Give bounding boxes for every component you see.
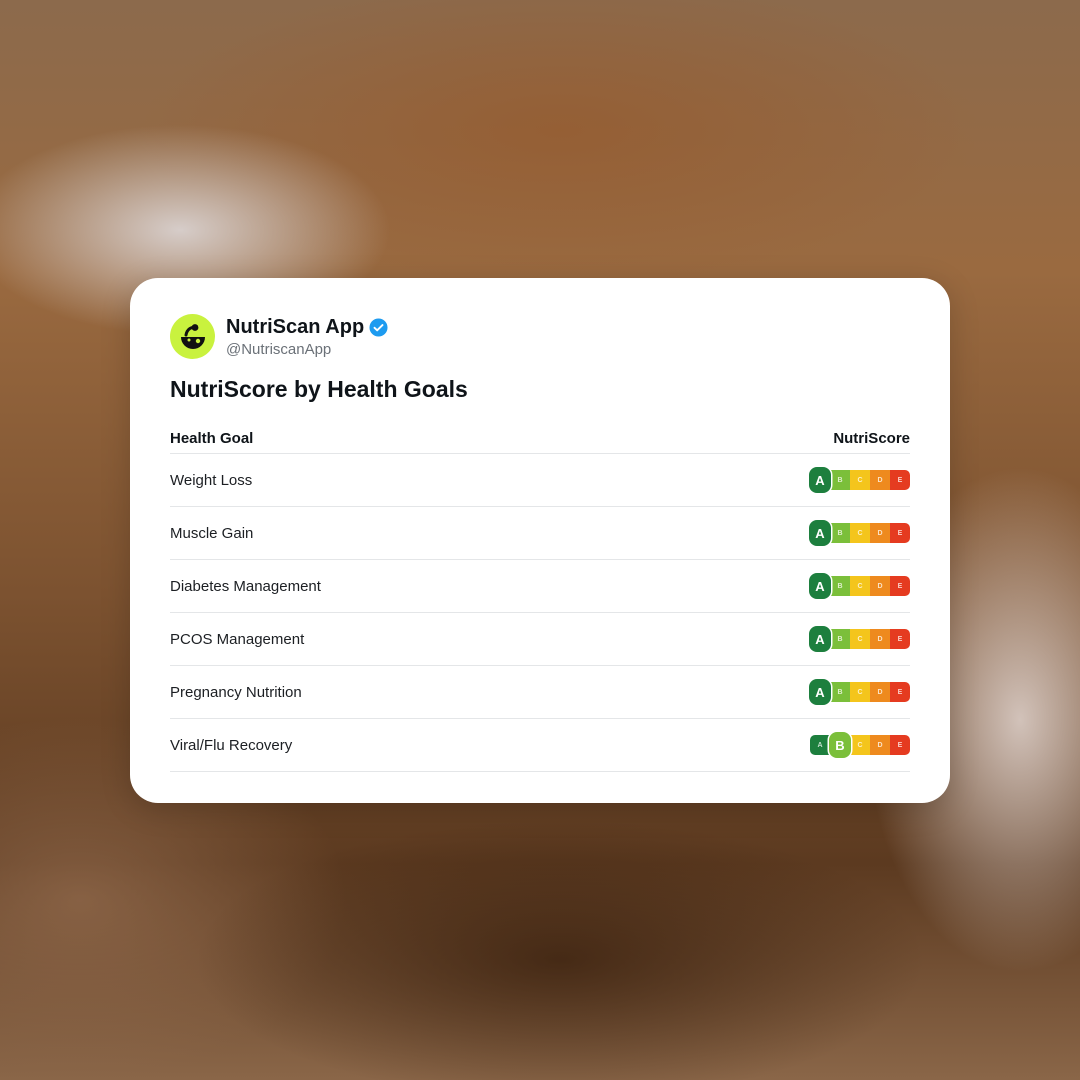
nutriscore-grade-a: A [809,679,831,705]
table-row: Weight Loss A B C D E [170,454,910,507]
column-header-nutriscore: NutriScore [833,429,910,447]
nutriscore-grade-a: A [810,735,830,755]
nutriscore-grade-e: E [890,470,910,490]
account-info: NutriScan App @NutriscanApp [226,316,388,358]
nutriscore-grade-c: C [850,629,870,649]
nutriscore-grade-c: C [850,523,870,543]
nutriscore-grade-a: A [809,626,831,652]
nutriscore-grade-e: E [890,576,910,596]
nutriscore-grade-a: A [809,573,831,599]
nutriscan-logo-icon[interactable] [170,314,215,359]
health-goal-label: Muscle Gain [170,524,254,542]
nutriscore-grade-b: B [829,732,851,758]
nutriscore-grade-b: B [830,576,850,596]
nutriscore-grade-c: C [850,576,870,596]
health-goal-label: Diabetes Management [170,577,321,595]
nutriscore-table: Health Goal NutriScore Weight Loss A B C D E M… [170,423,910,772]
verified-badge-icon [369,318,388,337]
nutriscore-grade-a: A [809,467,831,493]
nutriscore-grade-e: E [890,682,910,702]
nutriscore-grade-b: B [830,629,850,649]
post-card: NutriScan App @NutriscanApp NutriScore b… [130,278,950,803]
nutriscore-grade-c: C [850,735,870,755]
nutriscore-badge: ABCDE [809,466,910,494]
nutriscore-grade-d: D [870,735,890,755]
nutriscore-grade-b: B [830,523,850,543]
nutriscore-grade-c: C [850,682,870,702]
nutriscore-grade-d: D [870,523,890,543]
nutriscore-grade-d: D [870,682,890,702]
nutriscore-grade-a: A [809,520,831,546]
post-header: NutriScan App @NutriscanApp [170,314,910,359]
nutriscore-badge: ABCDE [810,731,910,759]
table-header: Health Goal NutriScore [170,423,910,454]
table-row: PCOS Management A B C D E [170,613,910,666]
nutriscore-grade-c: C [850,470,870,490]
nutriscore-grade-d: D [870,576,890,596]
column-header-health-goal: Health Goal [170,429,254,447]
health-goal-label: Pregnancy Nutrition [170,683,302,701]
nutriscore-grade-e: E [890,735,910,755]
nutriscore-grade-d: D [870,629,890,649]
nutriscore-badge: ABCDE [809,519,910,547]
table-body: Weight Loss A B C D E Muscle Gain A B C D E Diabetes… [170,454,910,772]
nutriscore-grade-b: B [830,470,850,490]
nutriscore-grade-e: E [890,629,910,649]
nutriscore-grade-e: E [890,523,910,543]
nutriscore-grade-b: B [830,682,850,702]
nutriscore-badge: ABCDE [809,678,910,706]
account-handle[interactable]: @NutriscanApp [226,341,388,358]
table-row: Diabetes Management A B C D E [170,560,910,613]
table-row: Viral/Flu Recovery A B C D E [170,719,910,772]
health-goal-label: Viral/Flu Recovery [170,736,293,754]
nutriscore-grade-d: D [870,470,890,490]
health-goal-label: PCOS Management [170,630,305,648]
post-title: NutriScore by Health Goals [170,376,468,402]
account-name[interactable]: NutriScan App [226,316,364,339]
nutriscore-badge: ABCDE [809,572,910,600]
table-row: Pregnancy Nutrition A B C D E [170,666,910,719]
nutriscore-badge: ABCDE [809,625,910,653]
table-row: Muscle Gain A B C D E [170,507,910,560]
health-goal-label: Weight Loss [170,471,253,489]
